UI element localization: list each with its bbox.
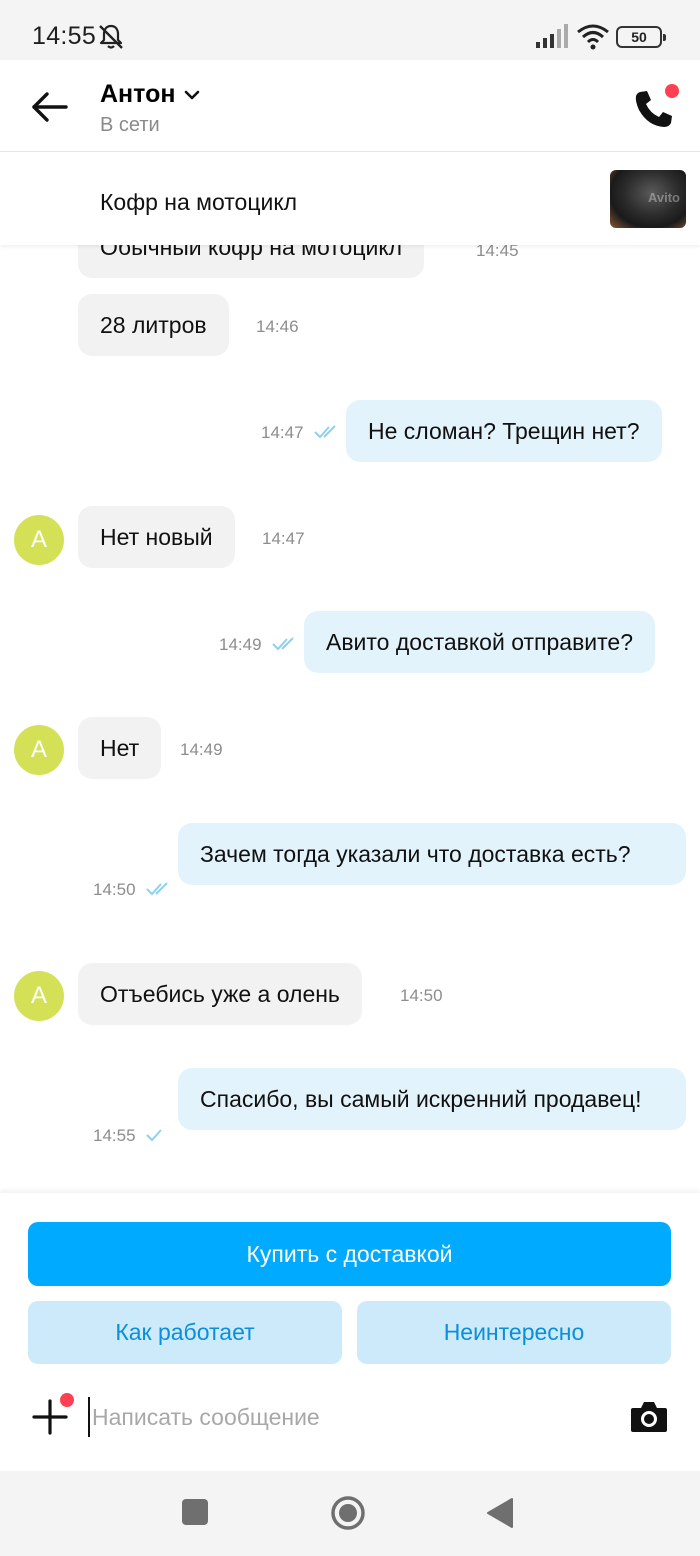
contact-status: В сети — [100, 114, 160, 136]
system-nav-bar — [0, 1471, 700, 1556]
message-time: 14:46 — [256, 317, 299, 336]
message-time: 14:55 — [93, 1126, 136, 1145]
double-check-icon — [272, 637, 294, 651]
message-time: 14:50 — [400, 986, 443, 1005]
status-time: 14:55 — [32, 22, 97, 50]
composer-panel: Купить с доставкой Как работает Неинтере… — [0, 1193, 700, 1471]
double-check-icon — [146, 882, 168, 896]
message-input[interactable] — [88, 1397, 588, 1437]
message-bubble-outgoing[interactable]: Зачем тогда указали что доставка есть? — [178, 823, 686, 885]
wifi-icon — [577, 24, 609, 50]
chevron-down-icon — [185, 90, 200, 99]
status-bar: 14:55 50 — [0, 0, 700, 60]
message-time: 14:45 — [476, 245, 519, 260]
message-list[interactable]: Обычный кофр на мотоцикл 14:45 28 литров… — [0, 245, 700, 1193]
attach-notification-dot — [60, 1393, 74, 1407]
battery-icon: 50 — [616, 26, 666, 48]
message-bubble-incoming[interactable]: 28 литров — [78, 294, 229, 356]
message-time: 14:47 — [262, 529, 305, 548]
message-bubble-outgoing[interactable]: Спасибо, вы самый искренний продавец! — [178, 1068, 686, 1130]
contact-name: Антон — [100, 80, 176, 108]
call-notification-dot — [665, 84, 679, 98]
message-time: 14:49 — [180, 740, 223, 759]
message-bubble-incoming[interactable]: Нет — [78, 717, 162, 779]
avatar[interactable]: А — [14, 515, 64, 565]
message-bubble-incoming[interactable]: Нет новый — [78, 506, 235, 568]
how-it-works-button[interactable]: Как работает — [28, 1301, 342, 1364]
check-icon — [146, 1129, 162, 1142]
camera-icon[interactable] — [630, 1399, 668, 1433]
message-time: 14:50 — [93, 880, 136, 899]
home-button[interactable] — [330, 1495, 366, 1531]
bell-muted-icon — [99, 24, 123, 49]
message-bubble-outgoing[interactable]: Не сломан? Трещин нет? — [346, 400, 662, 462]
thumbnail-watermark: Avito — [647, 190, 680, 205]
avatar[interactable]: А — [14, 725, 64, 775]
chat-header: Антон В сети — [0, 60, 700, 152]
recent-apps-button[interactable] — [182, 1499, 208, 1525]
contact-name-button[interactable]: Антон — [100, 80, 201, 109]
back-triangle-icon[interactable] — [486, 1497, 514, 1529]
buy-with-delivery-button[interactable]: Купить с доставкой — [28, 1222, 671, 1286]
signal-icon — [536, 24, 568, 48]
message-time: 14:47 — [261, 423, 304, 442]
avatar[interactable]: А — [14, 971, 64, 1021]
message-bubble-outgoing[interactable]: Авито доставкой отправите? — [304, 611, 655, 673]
listing-thumbnail: Avito — [610, 170, 686, 228]
message-bubble-incoming[interactable]: Обычный кофр на мотоцикл — [78, 245, 425, 278]
listing-title: Кофр на мотоцикл — [100, 189, 298, 215]
not-interested-button[interactable]: Неинтересно — [357, 1301, 671, 1364]
message-bubble-incoming[interactable]: Отъебись уже а олень — [78, 963, 362, 1025]
listing-card[interactable]: Кофр на мотоцикл Avito — [0, 153, 700, 245]
message-time: 14:49 — [219, 635, 262, 654]
back-arrow-icon[interactable] — [30, 90, 70, 124]
double-check-icon — [314, 425, 336, 439]
